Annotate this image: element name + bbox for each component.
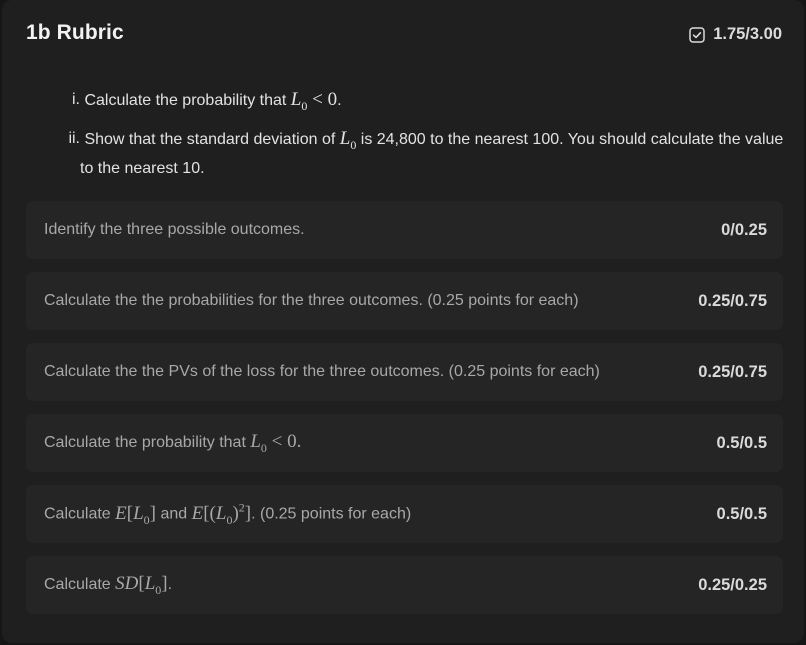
- rubric-item-score: 0.5/0.5: [716, 504, 767, 523]
- checkbox-check-icon: [689, 26, 705, 43]
- rubric-item[interactable]: Calculate E[L0] and E[(L0)2]. (0.25 poin…: [26, 485, 783, 543]
- rubric-item-text: Identify the three possible outcomes.: [44, 221, 305, 238]
- math-expression: SD[L0]: [115, 572, 168, 597]
- rubric-item[interactable]: Calculate the the PVs of the loss for th…: [26, 343, 783, 401]
- rubric-list: Identify the three possible outcomes. 0/…: [26, 201, 783, 627]
- rubric-item-score: 0.25/0.75: [698, 362, 767, 381]
- rubric-item-text: Calculate the probability that L0 < 0.: [44, 430, 302, 455]
- rubric-item-text: Calculate E[L0] and E[(L0)2]. (0.25 poin…: [44, 500, 412, 527]
- question-text-part: .: [337, 92, 342, 109]
- rubric-item[interactable]: Calculate SD[L0]. 0.25/0.25: [26, 556, 783, 614]
- rubric-item[interactable]: Calculate the probability that L0 < 0. 0…: [26, 414, 783, 472]
- rubric-item-score: 0.25/0.75: [698, 291, 767, 310]
- rubric-item-score: 0.25/0.25: [698, 575, 767, 594]
- total-score: 1.75/3.00: [689, 25, 782, 44]
- rubric-item-score: 0/0.25: [721, 220, 767, 239]
- rubric-item-score: 0.5/0.5: [716, 433, 767, 452]
- rubric-item[interactable]: Calculate the the probabilities for the …: [26, 272, 783, 330]
- rubric-panel: 1b Rubric 1.75/3.00 i. Calculate the pro…: [2, 0, 804, 643]
- question-item: i. Calculate the probability that L0 < 0…: [60, 88, 790, 118]
- question-number: i.: [72, 91, 80, 108]
- math-expression: L0: [339, 127, 357, 152]
- rubric-item-text: Calculate SD[L0].: [44, 572, 173, 597]
- total-score-text: 1.75/3.00: [713, 25, 782, 43]
- question-text-part: Calculate the probability that: [84, 92, 291, 109]
- rubric-item[interactable]: Identify the three possible outcomes. 0/…: [26, 201, 783, 259]
- math-expression: E[(L0)2]: [191, 500, 252, 527]
- question-item: ii. Show that the standard deviation of …: [60, 127, 790, 181]
- question-text-part: Show that the standard deviation of: [84, 130, 340, 148]
- question-text: i. Calculate the probability that L0 < 0…: [60, 88, 790, 190]
- math-expression: L0 < 0: [290, 89, 338, 113]
- math-expression: L0 < 0.: [250, 430, 302, 455]
- question-number: ii.: [68, 129, 80, 147]
- rubric-item-text: Calculate the the probabilities for the …: [44, 292, 579, 309]
- rubric-title: 1b Rubric: [26, 21, 124, 44]
- rubric-header: 1b Rubric 1.75/3.00: [2, 0, 804, 68]
- rubric-item-text: Calculate the the PVs of the loss for th…: [44, 363, 600, 380]
- math-expression: E[L0]: [115, 502, 156, 527]
